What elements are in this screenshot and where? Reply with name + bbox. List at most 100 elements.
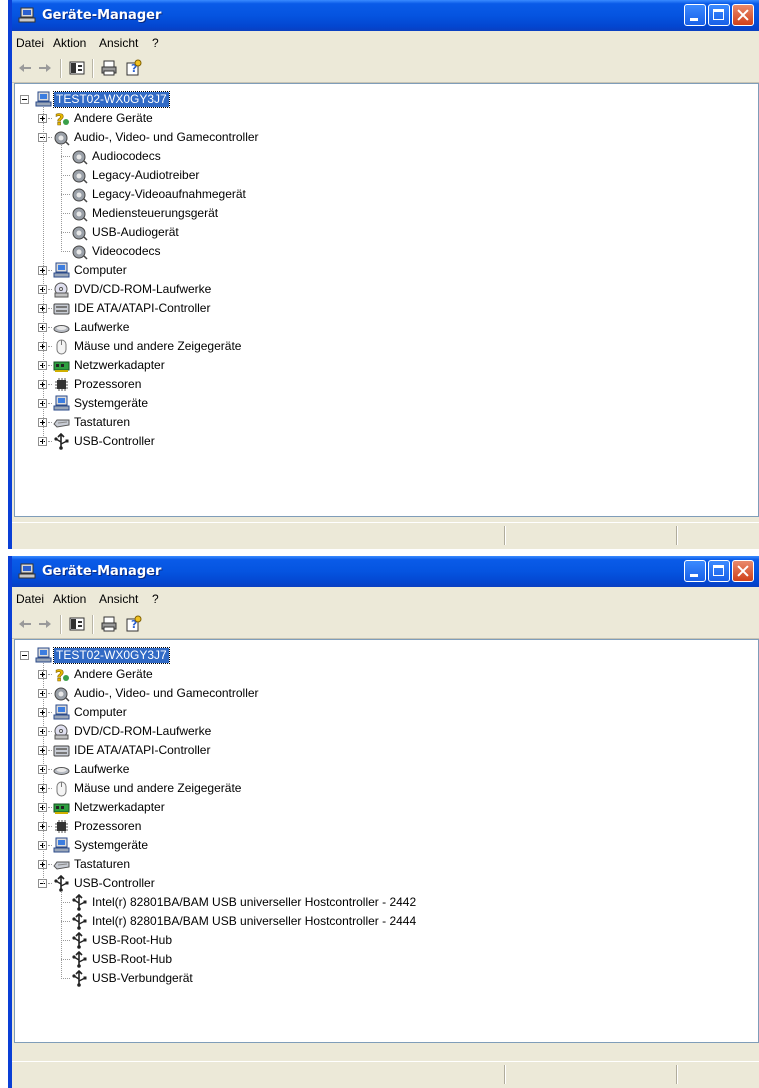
menu-aktion[interactable]: Aktion: [53, 592, 86, 606]
tree-item-label: Mäuse und andere Zeigegeräte: [74, 781, 242, 795]
print-icon[interactable]: [100, 59, 118, 77]
window-title: Geräte-Manager: [42, 564, 162, 579]
tree-connector: [61, 232, 70, 233]
tree-item-label: Legacy-Videoaufnahmegerät: [92, 187, 246, 201]
print-icon[interactable]: [100, 615, 118, 633]
tree-connector: [48, 270, 52, 271]
tree-item-label: Laufwerke: [74, 320, 130, 334]
tree-connector: [61, 156, 70, 157]
tree-item-label: DVD/CD-ROM-Laufwerke: [74, 724, 212, 738]
tree-item-label: USB-Verbundgerät: [92, 971, 193, 985]
tree-item-label: Audio-, Video- und Gamecontroller: [74, 130, 259, 144]
unknown-device-icon: ?: [55, 110, 69, 127]
tree-connector: [48, 864, 52, 865]
tree-item-label: Audiocodecs: [92, 149, 161, 163]
tree-item-label: Legacy-Audiotreiber: [92, 168, 200, 182]
usb-icon: [72, 951, 87, 968]
tree-connector: [48, 422, 52, 423]
device-manager-window-1: Geräte-Manager Datei Aktion Ansicht ? ? …: [8, 0, 759, 549]
menu-ansicht[interactable]: Ansicht: [99, 36, 138, 50]
tree-connector: [61, 978, 70, 979]
window-title: Geräte-Manager: [42, 8, 162, 23]
tree-item-label: Prozessoren: [74, 819, 142, 833]
help-icon[interactable]: ?: [124, 615, 142, 633]
menu-datei[interactable]: Datei: [16, 592, 44, 606]
tree-item-label: Intel(r) 82801BA/BAM USB universeller Ho…: [92, 895, 417, 909]
tree-item-label: Videocodecs: [92, 244, 161, 258]
svg-text:?: ?: [55, 110, 64, 127]
network-adapter-icon: [53, 803, 70, 814]
cdrom-icon: [54, 282, 69, 298]
menu-hilfe[interactable]: ?: [152, 592, 159, 606]
title-bar[interactable]: Geräte-Manager: [12, 0, 759, 31]
toolbar-separator: [60, 615, 62, 634]
tree-item-label: Tastaturen: [74, 415, 131, 429]
toolbar-separator: [92, 615, 94, 634]
tree-connector: [48, 712, 52, 713]
mouse-icon: [56, 781, 67, 797]
maximize-button[interactable]: [708, 560, 730, 582]
tree-connector: [48, 289, 52, 290]
toolbar-separator: [60, 59, 62, 78]
tree-item-label: Andere Geräte: [74, 667, 153, 681]
tree-connector: [48, 308, 52, 309]
tree-connector: [61, 959, 70, 960]
tree-connector: [61, 902, 70, 903]
tree-connector: [48, 365, 52, 366]
tree-connector: [48, 731, 52, 732]
device-manager-icon: [18, 7, 36, 23]
menu-ansicht[interactable]: Ansicht: [99, 592, 138, 606]
usb-icon: [54, 875, 69, 892]
tree-item-label: Intel(r) 82801BA/BAM USB universeller Ho…: [92, 914, 417, 928]
tree-item-label: Tastaturen: [74, 857, 131, 871]
device-tree[interactable]: TEST02-WX0GY3J7? Andere Geräte Audio-, Vid…: [14, 639, 759, 1043]
forward-arrow-icon[interactable]: [36, 615, 54, 633]
close-button[interactable]: [732, 560, 754, 582]
tree-item-label: Systemgeräte: [74, 396, 149, 410]
title-bar[interactable]: Geräte-Manager: [12, 556, 759, 587]
tree-connector: [61, 921, 70, 922]
system-device-icon: [53, 395, 70, 411]
device-manager-icon: [18, 563, 36, 579]
keyboard-icon: [53, 861, 70, 870]
tree-item-label: USB-Root-Hub: [92, 933, 173, 947]
collapse-button[interactable]: [20, 651, 29, 660]
menu-aktion[interactable]: Aktion: [53, 36, 86, 50]
ide-controller-icon: [53, 303, 70, 315]
menu-hilfe[interactable]: ?: [152, 36, 159, 50]
properties-icon[interactable]: [68, 59, 86, 77]
back-arrow-icon[interactable]: [16, 615, 34, 633]
tree-connector: [48, 346, 52, 347]
svg-text:?: ?: [55, 666, 64, 683]
minimize-button[interactable]: [684, 560, 706, 582]
tree-connector: [48, 384, 52, 385]
speaker-icon: [72, 207, 88, 222]
tree-item-label: Computer: [74, 705, 127, 719]
minimize-button[interactable]: [684, 4, 706, 26]
tree-item-label: Mäuse und andere Zeigegeräte: [74, 339, 242, 353]
tree-item-label: Systemgeräte: [74, 838, 149, 852]
collapse-button[interactable]: [20, 95, 29, 104]
tree-connector: [61, 213, 70, 214]
keyboard-icon: [53, 419, 70, 428]
usb-icon: [72, 932, 87, 949]
tree-connector: [48, 118, 52, 119]
properties-icon[interactable]: [68, 615, 86, 633]
forward-arrow-icon[interactable]: [36, 59, 54, 77]
close-button[interactable]: [732, 4, 754, 26]
menu-datei[interactable]: Datei: [16, 36, 44, 50]
usb-icon: [54, 433, 69, 450]
maximize-button[interactable]: [708, 4, 730, 26]
processor-icon: [55, 378, 68, 391]
back-arrow-icon[interactable]: [16, 59, 34, 77]
tree-connector: [61, 251, 70, 252]
tree-connector: [48, 883, 52, 884]
mouse-icon: [56, 339, 67, 355]
network-adapter-icon: [53, 361, 70, 372]
tree-connector: [61, 145, 62, 252]
help-icon[interactable]: ?: [124, 59, 142, 77]
status-divider: [504, 1065, 506, 1084]
status-divider: [504, 526, 506, 545]
tree-connector: [43, 107, 44, 442]
device-tree[interactable]: TEST02-WX0GY3J7? Andere Geräte Audio-, Vid…: [14, 83, 759, 517]
